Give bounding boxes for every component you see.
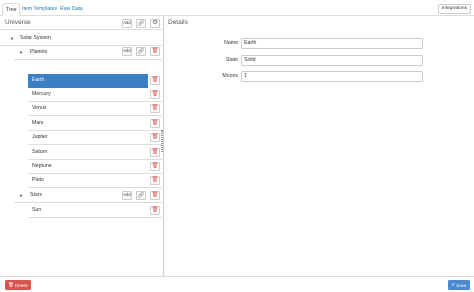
link-stars-button[interactable]: 🔗︎ (136, 191, 146, 200)
delete-button-label: Delete (14, 282, 28, 288)
footer-bar: 🗑︎ Delete ✔︎ Save (0, 276, 474, 292)
delete-node-button[interactable]: 🗑︎ (150, 90, 160, 99)
delete-node-button[interactable]: 🗑︎ (150, 162, 160, 171)
tree-node-mars[interactable]: Mars (28, 117, 162, 131)
trash-icon: 🗑︎ (151, 90, 159, 97)
integrations-button[interactable]: Integrations (437, 4, 471, 14)
moons-label: Moons (222, 73, 238, 79)
tree-node-pluto[interactable]: Pluto (28, 174, 162, 188)
tree-node-label: Planets (30, 49, 48, 55)
tree-node-solar-system[interactable]: ▼ Solar System (0, 32, 162, 46)
details-title: Details (168, 19, 188, 26)
tree-node-label: Pluto (32, 177, 44, 183)
link-icon: 🔗︎ (137, 48, 145, 55)
trash-icon: 🗑︎ (151, 104, 159, 111)
trash-icon: 🗑︎ (151, 133, 159, 140)
tree-node-saturn[interactable]: Saturn (28, 146, 162, 160)
trash-icon: 🗑︎ (151, 76, 159, 83)
settings-button[interactable]: ⚙︎ (150, 19, 160, 28)
caret-down-icon[interactable]: ▼ (10, 32, 14, 45)
link-icon: 🔗︎ (137, 192, 145, 199)
caret-down-icon[interactable]: ▼ (19, 46, 23, 59)
delete-button[interactable]: 🗑︎ Delete (5, 280, 31, 290)
trash-icon: 🗑︎ (151, 47, 159, 54)
tree-node-sun[interactable]: Sun (28, 204, 162, 218)
tab-raw-data[interactable]: Raw Data (57, 3, 86, 16)
tree-node-neptune[interactable]: Neptune (28, 160, 162, 174)
tree-node-label: Solar System (20, 35, 51, 41)
tab-item-templates[interactable]: Item Templates (19, 3, 60, 16)
trash-icon: 🗑︎ (151, 176, 159, 183)
tree-pane: Universe Add 🔗︎ ⚙︎ ▼ Solar System ▼ Plan… (0, 16, 162, 276)
delete-node-button[interactable]: 🗑︎ (150, 76, 160, 85)
tree-node-label: Mars (32, 120, 44, 126)
tab-bar: Tree Item Templates Raw Data Integration… (0, 0, 474, 16)
tree-title: Universe (5, 19, 31, 26)
add-root-button[interactable]: Add (122, 19, 132, 28)
tree-node-label: Sun (32, 207, 42, 213)
delete-node-button[interactable]: 🗑︎ (150, 176, 160, 185)
tree-node-venus[interactable]: Venus (28, 102, 162, 116)
delete-node-button[interactable]: 🗑︎ (150, 148, 160, 157)
delete-node-button[interactable]: 🗑︎ (150, 119, 160, 128)
delete-planets-button[interactable]: 🗑︎ (150, 47, 160, 56)
trash-icon: 🗑︎ (151, 148, 159, 155)
tree-node-label: Jupiter (32, 134, 48, 140)
tree-node-jupiter[interactable]: Jupiter (28, 131, 162, 145)
link-planets-button[interactable]: 🔗︎ (136, 47, 146, 56)
delete-node-button[interactable]: 🗑︎ (150, 206, 160, 215)
tree-node-label: Mercury (32, 91, 51, 97)
tree-node-label: Earth (32, 77, 45, 83)
link-icon: 🔗︎ (137, 20, 145, 27)
tree-node-label: Stars (30, 192, 43, 198)
name-label: Name (224, 40, 238, 46)
trash-icon: 🗑︎ (151, 206, 159, 213)
trash-icon: 🗑︎ (151, 119, 159, 126)
trash-icon: 🗑︎ (8, 282, 14, 287)
header-divider (0, 29, 162, 30)
state-field[interactable]: Solid (241, 55, 423, 66)
trash-icon: 🗑︎ (151, 162, 159, 169)
delete-stars-button[interactable]: 🗑︎ (150, 191, 160, 200)
tree-node-label: Saturn (32, 149, 48, 155)
caret-down-icon[interactable]: ▼ (19, 189, 23, 202)
tree-node-mercury[interactable]: Mercury (28, 88, 162, 102)
save-button[interactable]: ✔︎ Save (448, 280, 470, 290)
save-icon: ✔︎ (451, 282, 456, 287)
tree-node-earth[interactable]: Earth (28, 74, 148, 88)
delete-node-button[interactable]: 🗑︎ (150, 133, 160, 142)
name-field[interactable]: Earth (241, 38, 423, 49)
trash-icon: 🗑︎ (151, 191, 159, 198)
add-star-button[interactable]: Add (122, 191, 132, 200)
link-root-button[interactable]: 🔗︎ (136, 19, 146, 28)
moons-field[interactable]: 1 (241, 71, 423, 82)
state-label: State (225, 57, 238, 63)
save-button-label: Save (456, 282, 467, 288)
delete-node-button[interactable]: 🗑︎ (150, 104, 160, 113)
tree-node-label: Neptune (32, 163, 52, 169)
add-planet-button[interactable]: Add (122, 47, 132, 56)
tab-tree[interactable]: Tree (2, 3, 21, 16)
tree-node-label: Venus (32, 105, 47, 111)
cog-icon: ⚙︎ (152, 19, 158, 27)
